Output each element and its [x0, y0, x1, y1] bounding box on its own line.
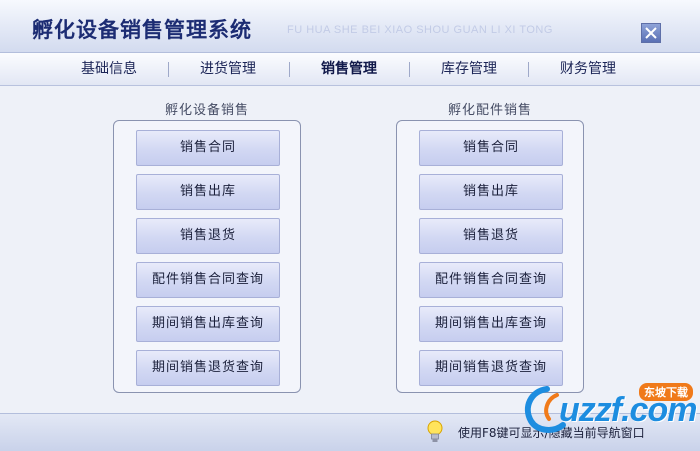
parts-sales-title: 孵化配件销售: [447, 103, 532, 118]
sales-contract-button[interactable]: 销售合同: [136, 130, 280, 166]
lightbulb-icon: [425, 419, 445, 445]
equipment-sales-title: 孵化设备销售: [164, 103, 249, 118]
sales-return-button[interactable]: 销售退货: [419, 218, 563, 254]
menu-bar: 基础信息 进货管理 销售管理 库存管理 财务管理: [0, 53, 700, 86]
parts-contract-query-button[interactable]: 配件销售合同查询: [136, 262, 280, 298]
app-title: 孵化设备销售管理系统: [32, 18, 252, 42]
period-return-query-button[interactable]: 期间销售退货查询: [136, 350, 280, 386]
menu-item-finance[interactable]: 财务管理: [528, 53, 648, 85]
menu-item-basic-info[interactable]: 基础信息: [49, 53, 169, 85]
parts-sales-panel: 销售合同 销售出库 销售退货 配件销售合同查询 期间销售出库查询 期间销售退货查…: [396, 120, 584, 393]
menu-item-inventory[interactable]: 库存管理: [409, 53, 529, 85]
sales-contract-button[interactable]: 销售合同: [419, 130, 563, 166]
sales-outbound-button[interactable]: 销售出库: [136, 174, 280, 210]
menu-item-sales[interactable]: 销售管理: [289, 53, 409, 85]
sales-return-button[interactable]: 销售退货: [136, 218, 280, 254]
equipment-sales-panel: 销售合同 销售出库 销售退货 配件销售合同查询 期间销售出库查询 期间销售退货查…: [113, 120, 301, 393]
title-bar: 孵化设备销售管理系统 FU HUA SHE BEI XIAO SHOU GUAN…: [0, 0, 700, 53]
menu-item-purchase[interactable]: 进货管理: [168, 53, 288, 85]
app-subtitle: FU HUA SHE BEI XIAO SHOU GUAN LI XI TONG: [287, 24, 553, 36]
watermark-logo: uzzf.com 东坡下载: [517, 377, 697, 447]
period-outbound-query-button[interactable]: 期间销售出库查询: [136, 306, 280, 342]
parts-contract-query-button[interactable]: 配件销售合同查询: [419, 262, 563, 298]
period-outbound-query-button[interactable]: 期间销售出库查询: [419, 306, 563, 342]
close-icon: [645, 27, 657, 39]
logo-tag: 东坡下载: [639, 383, 693, 401]
close-button[interactable]: [641, 23, 661, 43]
sales-outbound-button[interactable]: 销售出库: [419, 174, 563, 210]
